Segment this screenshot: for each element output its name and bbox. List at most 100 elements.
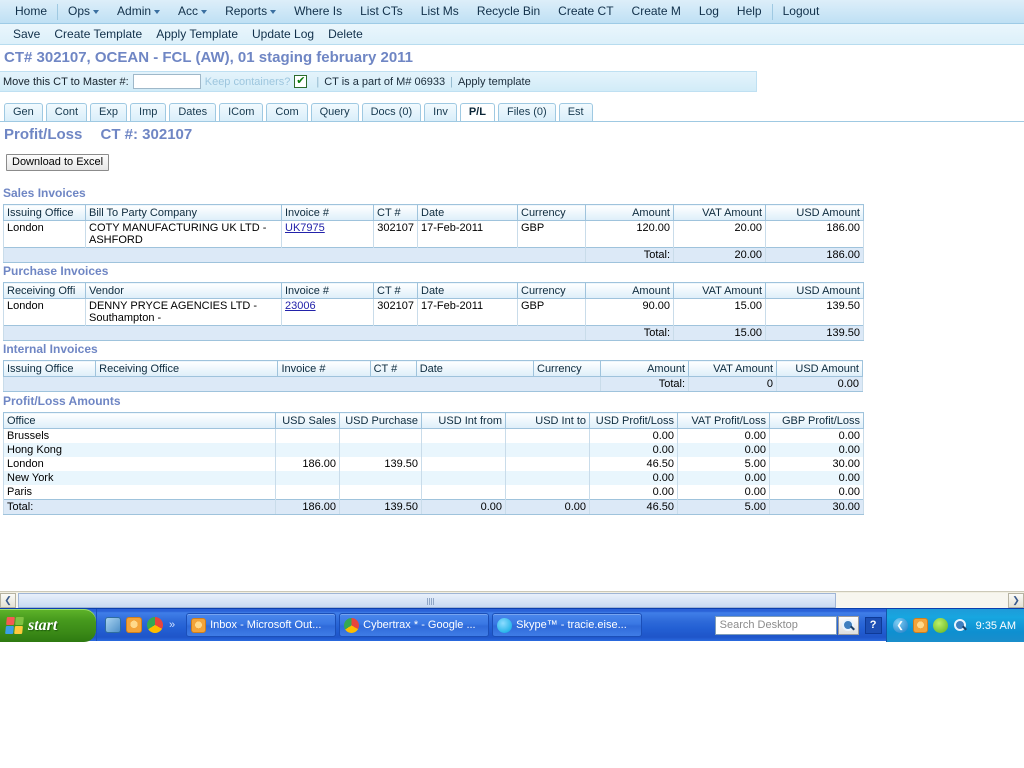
nav-item-acc[interactable]: Acc [169,0,216,23]
cell-usd-sales [275,443,340,457]
cell-vat-pl: 5.00 [677,457,770,471]
total-label [3,247,586,263]
taskbar-button-label: Skype™ - tracie.eise... [516,619,627,631]
help-icon[interactable]: ? [864,616,882,634]
master-number-input[interactable] [132,74,201,89]
invoice-link[interactable]: 23006 [285,300,316,312]
cell-currency: GBP [517,220,586,248]
chevron-down-icon [270,9,277,14]
total-label-cell: Total: [3,499,276,515]
browser-page: Home Ops Admin Acc Reports Where Is List CTs Li… [0,0,1024,588]
tab-gen[interactable]: Gen [4,103,43,122]
cell-office: London [3,298,86,326]
tab-imp[interactable]: Imp [130,103,167,122]
table-total-row: Total: 15.00 139.50 [3,325,864,341]
cell-party: COTY MANUFACTURING UK LTD - ASHFORD [85,220,282,248]
horizontal-scrollbar[interactable]: ❮ ❯ [0,591,1024,608]
keep-containers-label: Keep containers? [204,75,291,88]
column-header-currency: Currency [517,204,586,221]
clock[interactable]: 9:35 AM [976,620,1016,632]
tray-expand-icon[interactable]: ❮ [892,618,908,633]
sales-invoices-title: Sales Invoices [3,186,86,200]
cell-usd-purchase: 139.50 [339,457,422,471]
total-label-cell: Total: [585,325,674,341]
column-header-ct-: CT # [373,282,418,299]
tab-files-0-[interactable]: Files (0) [497,103,556,122]
cell-usd-sales [275,428,340,443]
action-toolbar: Save Create Template Apply Template Update … [0,24,1024,45]
column-header-ct-: CT # [373,204,418,221]
main-navigation-bar: Home Ops Admin Acc Reports Where Is List CTs Li… [0,0,1024,24]
toolbar-item-save[interactable]: Save [6,24,47,44]
scroll-left-button[interactable]: ❮ [0,592,16,608]
column-header-receiving-office: Receiving Office [95,360,279,377]
column-header-usd-profit-loss: USD Profit/Loss [589,412,678,429]
cell-ct-number: 302107 [373,298,418,326]
cell-usd-int-from [421,457,506,471]
cell-gbp-pl: 0.00 [769,471,864,485]
tab-com[interactable]: Com [266,103,308,122]
taskbar-button[interactable]: Cybertrax * - Google ... [339,613,490,637]
toolbar-item-apply-template[interactable]: Apply Template [149,24,245,44]
cell-usd-int-to [505,457,590,471]
scrollbar-track[interactable] [16,592,1008,608]
tab-p-l[interactable]: P/L [459,103,495,122]
tab-icom[interactable]: ICom [219,103,264,122]
cell-office: Paris [3,485,276,500]
tab-query[interactable]: Query [310,103,359,122]
invoice-link[interactable]: UK7975 [285,222,325,234]
column-header-usd-sales: USD Sales [275,412,340,429]
start-button[interactable]: start [0,609,96,642]
taskbar-button[interactable]: Skype™ - tracie.eise... [492,613,643,637]
tab-docs-0-[interactable]: Docs (0) [361,103,422,122]
nav-item-help[interactable]: Help [728,0,771,23]
tab-exp[interactable]: Exp [90,103,128,122]
tab-dates[interactable]: Dates [169,103,217,122]
nav-item-create-m[interactable]: Create M [623,0,690,23]
tab-inv[interactable]: Inv [424,103,457,122]
nav-item-home[interactable]: Home [6,0,56,23]
total-usd-amount: 139.50 [765,325,864,341]
total-label-cell: Total: [600,376,690,392]
column-header-date: Date [415,360,535,377]
show-desktop-icon[interactable] [105,617,121,633]
keep-containers-checkbox[interactable]: ✔ [294,75,308,88]
nav-item-where-is[interactable]: Where Is [285,0,351,23]
nav-item-create-ct[interactable]: Create CT [549,0,622,23]
apply-template-link[interactable]: Apply template [458,76,531,88]
tab-cont[interactable]: Cont [45,103,88,122]
search-icon[interactable] [837,615,859,635]
nav-item-reports[interactable]: Reports [216,0,285,23]
chrome-icon[interactable] [147,617,163,633]
column-header-date: Date [417,204,518,221]
nav-item-admin[interactable]: Admin [108,0,169,23]
scroll-right-button[interactable]: ❯ [1008,592,1024,608]
column-header-usd-amount: USD Amount [776,360,863,377]
nav-item-recycle-bin[interactable]: Recycle Bin [468,0,549,23]
cell-invoice: 23006 [281,298,374,326]
download-to-excel-button[interactable]: Download to Excel [6,154,110,171]
nav-item-list-ms[interactable]: List Ms [412,0,468,23]
security-shield-icon[interactable] [932,618,948,633]
nav-item-log[interactable]: Log [690,0,728,23]
sales-invoices-table: Issuing Office Bill To Party Company Invoi… [3,204,864,263]
column-header-invoice-: Invoice # [281,204,374,221]
toolbar-item-create-template[interactable]: Create Template [47,24,149,44]
column-header-usd-amount: USD Amount [765,204,864,221]
nav-item-list-cts[interactable]: List CTs [351,0,412,23]
tab-est[interactable]: Est [558,103,593,122]
outlook-tray-icon[interactable] [912,618,928,633]
nav-item-ops[interactable]: Ops [59,0,108,23]
column-header-currency: Currency [517,282,586,299]
quicklaunch-overflow-icon[interactable]: » [169,619,175,631]
toolbar-item-update-log[interactable]: Update Log [245,24,321,44]
outlook-icon[interactable] [126,617,142,633]
search-input[interactable]: Search Desktop [714,615,837,635]
search-tray-icon[interactable] [953,618,968,633]
nav-item-logout[interactable]: Logout [774,0,829,23]
taskbar-button[interactable]: Inbox - Microsoft Out... [186,613,337,637]
cell-usd-pl: 0.00 [589,485,678,500]
cell-usd-pl: 0.00 [589,471,678,485]
scrollbar-thumb[interactable] [18,592,836,608]
toolbar-item-delete[interactable]: Delete [321,24,370,44]
